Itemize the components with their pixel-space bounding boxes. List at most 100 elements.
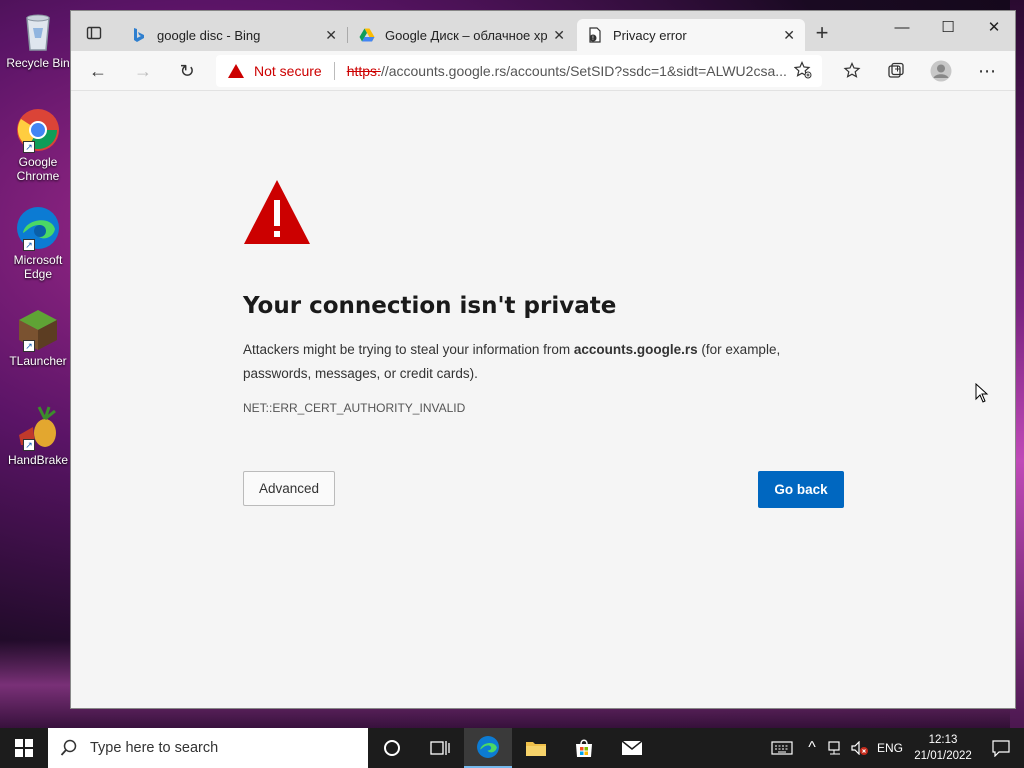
taskbar-search[interactable]: Type here to search <box>48 728 368 768</box>
refresh-button[interactable]: ↻ <box>172 57 202 85</box>
warning-triangle-icon <box>228 64 244 78</box>
arrow-right-icon: → <box>134 60 152 81</box>
start-button[interactable] <box>0 728 48 768</box>
shortcut-arrow-icon: ↗ <box>23 141 35 153</box>
page-title: Your connection isn't private <box>243 293 617 319</box>
handbrake-icon: ↗ <box>15 405 61 451</box>
tab-bing[interactable]: google disc - Bing ✕ <box>121 19 347 51</box>
edge-icon: ↗ <box>15 205 61 251</box>
cortana-button[interactable] <box>368 728 416 768</box>
favorites-button[interactable] <box>837 57 867 85</box>
add-favorite-icon[interactable] <box>793 60 812 82</box>
keyboard-icon <box>771 741 793 755</box>
warning-triangle-icon <box>244 180 310 244</box>
address-bar[interactable]: Not secure https: //accounts.google.rs/a… <box>216 55 822 87</box>
title-bar: google disc - Bing ✕ Google Диск – облач… <box>71 11 1015 51</box>
taskbar-mail[interactable] <box>608 728 656 768</box>
network-button[interactable] <box>824 728 848 768</box>
desktop-icon-label: TLauncher <box>9 354 67 368</box>
address-separator <box>333 62 335 80</box>
search-placeholder: Type here to search <box>90 740 219 756</box>
maximize-button[interactable]: ☐ <box>925 11 971 43</box>
desktop-icon-google-chrome[interactable]: ↗ Google Chrome <box>4 107 72 183</box>
volume-button[interactable] <box>848 728 872 768</box>
notification-icon <box>992 740 1010 757</box>
network-icon <box>828 741 840 755</box>
mouse-cursor-icon <box>975 383 989 403</box>
notifications-button[interactable] <box>978 728 1024 768</box>
document-warning-icon: ! <box>587 27 603 43</box>
search-icon <box>60 739 77 756</box>
tab-title: google disc - Bing <box>157 27 261 43</box>
input-language-button[interactable]: ENG <box>872 728 908 768</box>
folder-icon <box>526 742 546 756</box>
security-indicator[interactable]: Not secure <box>228 63 322 79</box>
close-window-button[interactable]: ✕ <box>971 11 1017 43</box>
bing-icon <box>131 27 147 43</box>
svg-text:!: ! <box>592 35 594 42</box>
desktop-icon-label: HandBrake <box>7 453 69 467</box>
taskbar-store[interactable] <box>560 728 608 768</box>
new-tab-button[interactable]: + <box>807 19 837 47</box>
taskbar-edge[interactable] <box>464 728 512 768</box>
desktop-icon-label: Google Chrome <box>16 155 60 183</box>
tab-close-button[interactable]: ✕ <box>553 27 565 44</box>
close-icon: ✕ <box>987 19 1001 36</box>
advanced-button[interactable]: Advanced <box>243 471 335 506</box>
tab-actions-button[interactable] <box>79 19 109 47</box>
volume-muted-icon <box>851 741 868 755</box>
url-text: //accounts.google.rs/accounts/SetSID?ssd… <box>380 63 787 79</box>
desktop-icon-recycle-bin[interactable]: Recycle Bin <box>4 8 72 70</box>
more-dots-icon: ⋯ <box>978 60 996 81</box>
desktop-icon-microsoft-edge[interactable]: ↗ Microsoft Edge <box>4 205 72 281</box>
minimize-button[interactable]: — <box>879 11 925 43</box>
tab-privacy-error[interactable]: ! Privacy error ✕ <box>577 19 805 51</box>
desktop-icon-tlauncher[interactable]: ↗ TLauncher <box>4 306 72 368</box>
domain-name: accounts.google.rs <box>573 342 698 357</box>
tlauncher-icon: ↗ <box>15 306 61 352</box>
show-hidden-icons-button[interactable]: ^ <box>800 728 824 768</box>
arrow-left-icon: ← <box>89 60 107 81</box>
refresh-icon: ↻ <box>179 60 195 81</box>
chrome-icon: ↗ <box>15 107 61 153</box>
tab-close-button[interactable]: ✕ <box>783 27 795 44</box>
profile-button[interactable] <box>926 57 956 85</box>
mail-icon <box>621 740 643 755</box>
shortcut-arrow-icon: ↗ <box>23 439 35 451</box>
touch-keyboard-button[interactable] <box>764 728 800 768</box>
task-view-icon <box>430 741 450 755</box>
browser-toolbar: ← → ↻ Not secure https: //accounts.googl… <box>71 51 1015 91</box>
tab-title: Privacy error <box>613 27 687 43</box>
windows-logo-icon <box>15 739 33 757</box>
description-text: Attackers might be trying to steal your … <box>243 342 574 357</box>
settings-menu-button[interactable]: ⋯ <box>972 57 1002 85</box>
tab-close-button[interactable]: ✕ <box>325 27 337 44</box>
system-clock[interactable]: 12:13 21/01/2022 <box>908 732 978 764</box>
forward-button[interactable]: → <box>128 57 158 85</box>
task-view-button[interactable] <box>416 728 464 768</box>
tab-google-drive[interactable]: Google Диск – облачное хранилище ✕ <box>349 19 575 51</box>
shortcut-arrow-icon: ↗ <box>23 340 35 352</box>
favorites-icon <box>843 62 861 78</box>
error-description: Attackers might be trying to steal your … <box>243 338 843 386</box>
store-icon <box>576 739 592 757</box>
go-back-button[interactable]: Go back <box>758 471 844 508</box>
error-code: NET::ERR_CERT_AUTHORITY_INVALID <box>243 401 466 415</box>
taskbar: Type here to search ^ ENG 12:13 21/01/20… <box>0 728 1024 768</box>
shortcut-arrow-icon: ↗ <box>23 239 35 251</box>
recycle-bin-icon <box>15 8 61 54</box>
tab-title: Google Диск – облачное хранилище <box>385 27 548 43</box>
minimize-icon: — <box>894 18 910 36</box>
security-label: Not secure <box>254 63 322 79</box>
tab-actions-icon <box>86 26 102 40</box>
maximize-icon: ☐ <box>941 19 955 36</box>
back-button[interactable]: ← <box>83 57 113 85</box>
desktop-icon-label: Microsoft Edge <box>13 253 63 281</box>
clock-time: 12:13 <box>928 734 958 746</box>
taskbar-file-explorer[interactable] <box>512 728 560 768</box>
clock-date: 21/01/2022 <box>914 750 972 762</box>
page-content: Your connection isn't private Attackers … <box>71 91 1015 708</box>
chevron-up-icon: ^ <box>808 739 816 756</box>
desktop-icon-handbrake[interactable]: ↗ HandBrake <box>4 405 72 467</box>
collections-button[interactable] <box>881 57 911 85</box>
